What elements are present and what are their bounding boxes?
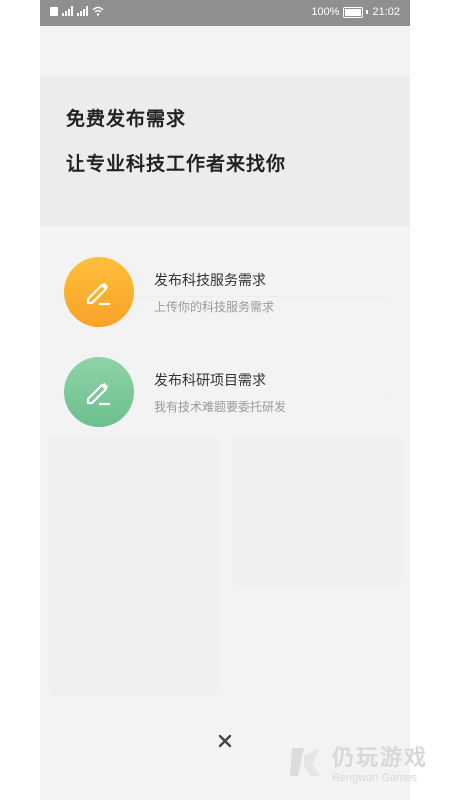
background-card: [232, 436, 402, 586]
option-subtitle: 上传你的科技服务需求: [154, 299, 275, 314]
option-title: 发布科研项目需求: [154, 371, 266, 388]
close-button[interactable]: [212, 728, 238, 754]
status-icons-right: 100% 21:02: [311, 6, 400, 18]
publish-research-demand-button[interactable]: 发布科研项目需求 我有技术难题要委托研发: [64, 357, 394, 427]
headline-line-1: 免费发布需求: [66, 109, 187, 130]
close-icon: [218, 734, 232, 748]
publish-service-demand-button[interactable]: 发布科技服务需求 上传你的科技服务需求: [64, 257, 394, 327]
clock: 21:02: [372, 6, 400, 18]
battery-icon: [343, 6, 364, 18]
battery-percent: 100%: [311, 6, 340, 18]
phone-screen: 100% 21:02 免费发布需求 让专业科技工作者来找你 发布科技服务需求 上…: [40, 0, 410, 800]
battery-tip: [366, 10, 369, 14]
option-title: 发布科技服务需求: [154, 271, 266, 288]
watermark-text: 仍玩游戏 Rengwan Games: [332, 740, 428, 784]
option-text: 发布科技服务需求 上传你的科技服务需求: [154, 270, 274, 315]
status-bar: 100% 21:02: [40, 0, 410, 26]
headline: 免费发布需求 让专业科技工作者来找你: [66, 104, 286, 176]
watermark-en: Rengwan Games: [331, 772, 417, 784]
pencil-icon: [64, 357, 134, 427]
watermark-logo: [289, 748, 320, 776]
wifi-icon: [92, 6, 104, 16]
signal-icon: [77, 6, 88, 16]
watermark: 仍玩游戏 Rengwan Games: [286, 740, 428, 784]
headline-line-2: 让专业科技工作者来找你: [66, 154, 287, 175]
watermark-cn: 仍玩游戏: [331, 745, 428, 770]
option-subtitle: 我有技术难题要委托研发: [154, 399, 287, 414]
pencil-icon: [64, 257, 134, 327]
status-icons-left: [50, 6, 104, 16]
signal-icon: [62, 6, 73, 16]
option-text: 发布科研项目需求 我有技术难题要委托研发: [154, 370, 286, 415]
background-card: [48, 436, 218, 696]
sim-icon: [50, 6, 58, 16]
